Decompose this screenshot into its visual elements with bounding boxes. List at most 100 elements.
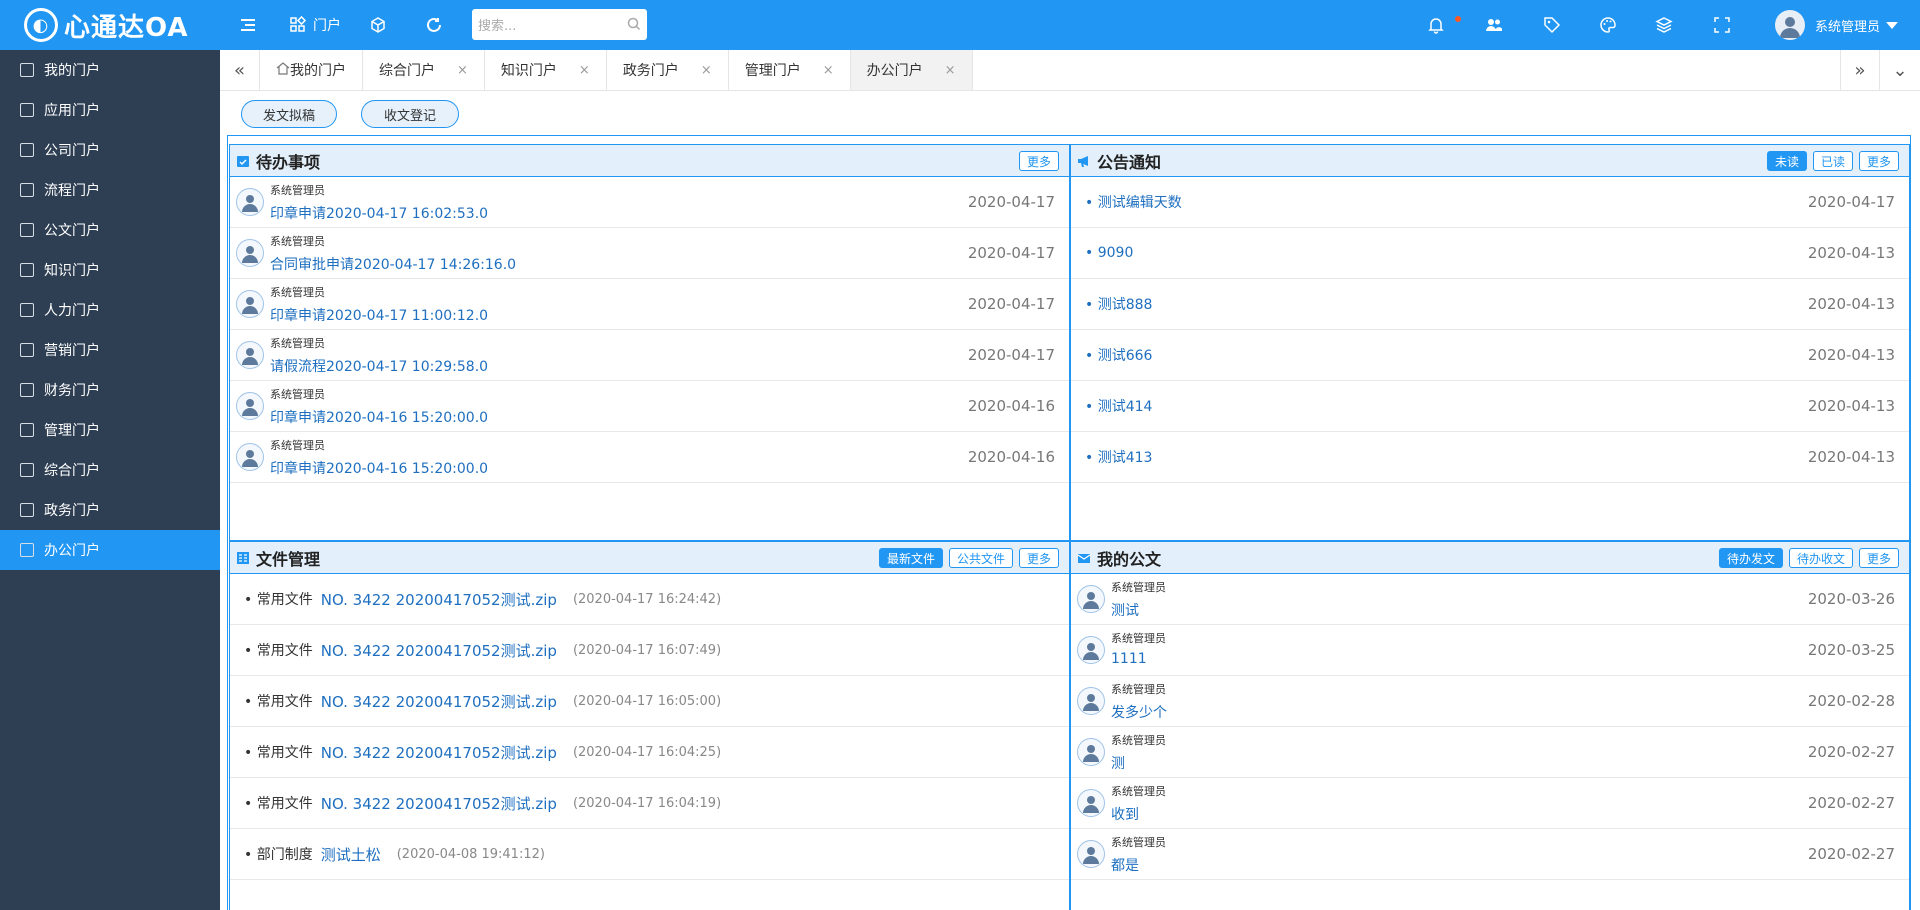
file-link[interactable]: NO. 3422 20200417052测试.zip (321, 691, 557, 712)
avatar-person-icon (242, 399, 258, 416)
contacts-button[interactable] (1478, 0, 1510, 50)
notice-row: • 测试413 2020-04-13 (1071, 432, 1909, 483)
tab-menu-button[interactable]: ⌄ (1880, 50, 1920, 90)
mydoc-link[interactable]: 收到 (1111, 804, 1139, 824)
tab[interactable]: 管理门户 × (729, 50, 851, 90)
sidebar-item[interactable]: 公司门户 (0, 130, 220, 170)
todo-link[interactable]: 印章申请2020-04-17 16:02:53.0 (270, 203, 488, 223)
file-row: • 部门制度 测试土松 (2020-04-08 19:41:12) (230, 829, 1069, 880)
search-icon[interactable] (627, 17, 641, 31)
sidebar-item[interactable]: 人力门户 (0, 290, 220, 330)
cube-icon (371, 17, 385, 33)
theme-button[interactable] (1592, 0, 1624, 50)
todo-link[interactable]: 请假流程2020-04-17 10:29:58.0 (270, 356, 488, 376)
mydocs-more-button[interactable]: 更多 (1858, 548, 1899, 568)
mydoc-link[interactable]: 测 (1111, 753, 1125, 773)
public-files-button[interactable]: 公共文件 (948, 548, 1013, 568)
tab-label: 管理门户 (744, 63, 801, 79)
receive-register-button[interactable]: 收文登记 (361, 100, 459, 128)
mydoc-link[interactable]: 都是 (1111, 855, 1139, 875)
sidebar-item[interactable]: 财务门户 (0, 370, 220, 410)
close-icon[interactable]: × (457, 63, 468, 78)
sidebar-item[interactable]: 办公门户 (0, 530, 220, 570)
close-icon[interactable]: × (823, 63, 834, 78)
tab-prev-button[interactable]: « (220, 50, 260, 90)
clipboard-check-icon (237, 155, 249, 167)
notice-date: 2020-04-13 (1807, 397, 1895, 415)
tab[interactable]: 我的门户 (260, 50, 363, 90)
file-link[interactable]: 测试土松 (321, 844, 381, 865)
file-timestamp: (2020-04-08 19:41:12) (396, 846, 545, 862)
draft-document-button[interactable]: 发文拟稿 (241, 100, 337, 128)
tab[interactable]: 知识门户 × (485, 50, 607, 90)
sidebar-item[interactable]: 管理门户 (0, 410, 220, 450)
files-list: • 常用文件 NO. 3422 20200417052测试.zip (2020-04… (230, 574, 1069, 880)
sidebar-item[interactable]: 政务门户 (0, 490, 220, 530)
file-link[interactable]: NO. 3422 20200417052测试.zip (321, 640, 557, 661)
todo-link[interactable]: 印章申请2020-04-17 11:00:12.0 (270, 305, 488, 325)
mydoc-link[interactable]: 发多少个 (1111, 702, 1167, 722)
tab-next-button[interactable]: » (1840, 50, 1880, 90)
file-timestamp: (2020-04-17 16:24:42) (572, 591, 722, 607)
todo-more-button[interactable]: 更多 (1018, 151, 1059, 171)
fullscreen-button[interactable] (1706, 0, 1738, 50)
pending-send-button[interactable]: 待办发文 (1718, 548, 1783, 568)
file-timestamp: (2020-04-17 16:07:49) (572, 642, 722, 658)
refresh-button[interactable] (418, 0, 450, 50)
menu-toggle-button[interactable] (232, 0, 264, 50)
logo-mark-icon: ◐ (24, 8, 58, 42)
user-menu[interactable]: 系统管理员 (1774, 0, 1898, 50)
notice-link[interactable]: • 测试666 (1085, 345, 1152, 365)
files-panel: 文件管理 最新文件 公共文件 更多 • 常用文件 NO. 3422 2020041… (229, 541, 1070, 910)
notice-link[interactable]: • 测试413 (1085, 447, 1152, 467)
app-logo[interactable]: ◐ 心通达OA (0, 0, 220, 50)
todo-link[interactable]: 印章申请2020-04-16 15:20:00.0 (270, 458, 488, 478)
mydoc-row: 系统管理员 都是 2020-02-27 (1071, 829, 1909, 880)
todo-link[interactable]: 合同审批申请2020-04-17 14:26:16.0 (270, 254, 516, 274)
tab[interactable]: 综合门户 × (363, 50, 485, 90)
notice-link[interactable]: • 9090 (1085, 245, 1133, 261)
file-category-label: 常用文件 (256, 745, 313, 761)
unread-filter-button[interactable]: 未读 (1766, 151, 1807, 171)
tab[interactable]: 政务门户 × (607, 50, 729, 90)
double-chevron-right-icon: » (1854, 59, 1866, 81)
file-link[interactable]: NO. 3422 20200417052测试.zip (321, 742, 557, 763)
file-link[interactable]: NO. 3422 20200417052测试.zip (321, 793, 557, 814)
sidebar-item[interactable]: 综合门户 (0, 450, 220, 490)
mydoc-link[interactable]: 测试 (1111, 600, 1139, 620)
notice-link[interactable]: • 测试编辑天数 (1085, 192, 1182, 212)
close-icon[interactable]: × (579, 63, 590, 78)
close-icon[interactable]: × (701, 63, 712, 78)
close-icon[interactable]: × (945, 63, 956, 78)
mydoc-link[interactable]: 1111 (1111, 651, 1147, 667)
sidebar-item[interactable]: 营销门户 (0, 330, 220, 370)
notice-row: • 测试888 2020-04-13 (1071, 279, 1909, 330)
sidebar-item[interactable]: 我的门户 (0, 50, 220, 90)
sidebar-item[interactable]: 流程门户 (0, 170, 220, 210)
read-filter-button[interactable]: 已读 (1812, 151, 1853, 171)
tab[interactable]: 办公门户 × (850, 50, 973, 90)
cube-button[interactable] (362, 0, 394, 50)
notice-more-button[interactable]: 更多 (1858, 151, 1899, 171)
top-bar: ◐ 心通达OA 门户 搜索... 系统管理员 (0, 0, 1920, 50)
pending-receive-button[interactable]: 待办收文 (1788, 548, 1853, 568)
files-more-button[interactable]: 更多 (1018, 548, 1059, 568)
sidebar-item[interactable]: 公文门户 (0, 210, 220, 250)
file-link[interactable]: NO. 3422 20200417052测试.zip (321, 589, 557, 610)
notification-button[interactable] (1420, 0, 1452, 50)
sender-name: 系统管理员 (1111, 632, 1166, 645)
tabs: 我的门户 综合门户 × 知识门户 × 政务门户 × 管理门户 × 办公门户 × (260, 50, 973, 90)
mydocs-title: 我的公文 (1097, 549, 1162, 569)
notice-link[interactable]: • 测试414 (1085, 396, 1152, 416)
notice-link[interactable]: • 测试888 (1085, 294, 1152, 314)
latest-files-button[interactable]: 最新文件 (878, 548, 943, 568)
sidebar-item[interactable]: 应用门户 (0, 90, 220, 130)
todo-link[interactable]: 印章申请2020-04-16 15:20:00.0 (270, 407, 488, 427)
sidebar-item[interactable]: 知识门户 (0, 250, 220, 290)
tag-button[interactable] (1536, 0, 1568, 50)
envelope-icon (1077, 553, 1091, 563)
search-input[interactable]: 搜索... (472, 9, 647, 40)
portal-button[interactable]: 门户 (284, 0, 346, 50)
mydoc-date: 2020-02-27 (1807, 743, 1895, 761)
layers-button[interactable] (1648, 0, 1680, 50)
